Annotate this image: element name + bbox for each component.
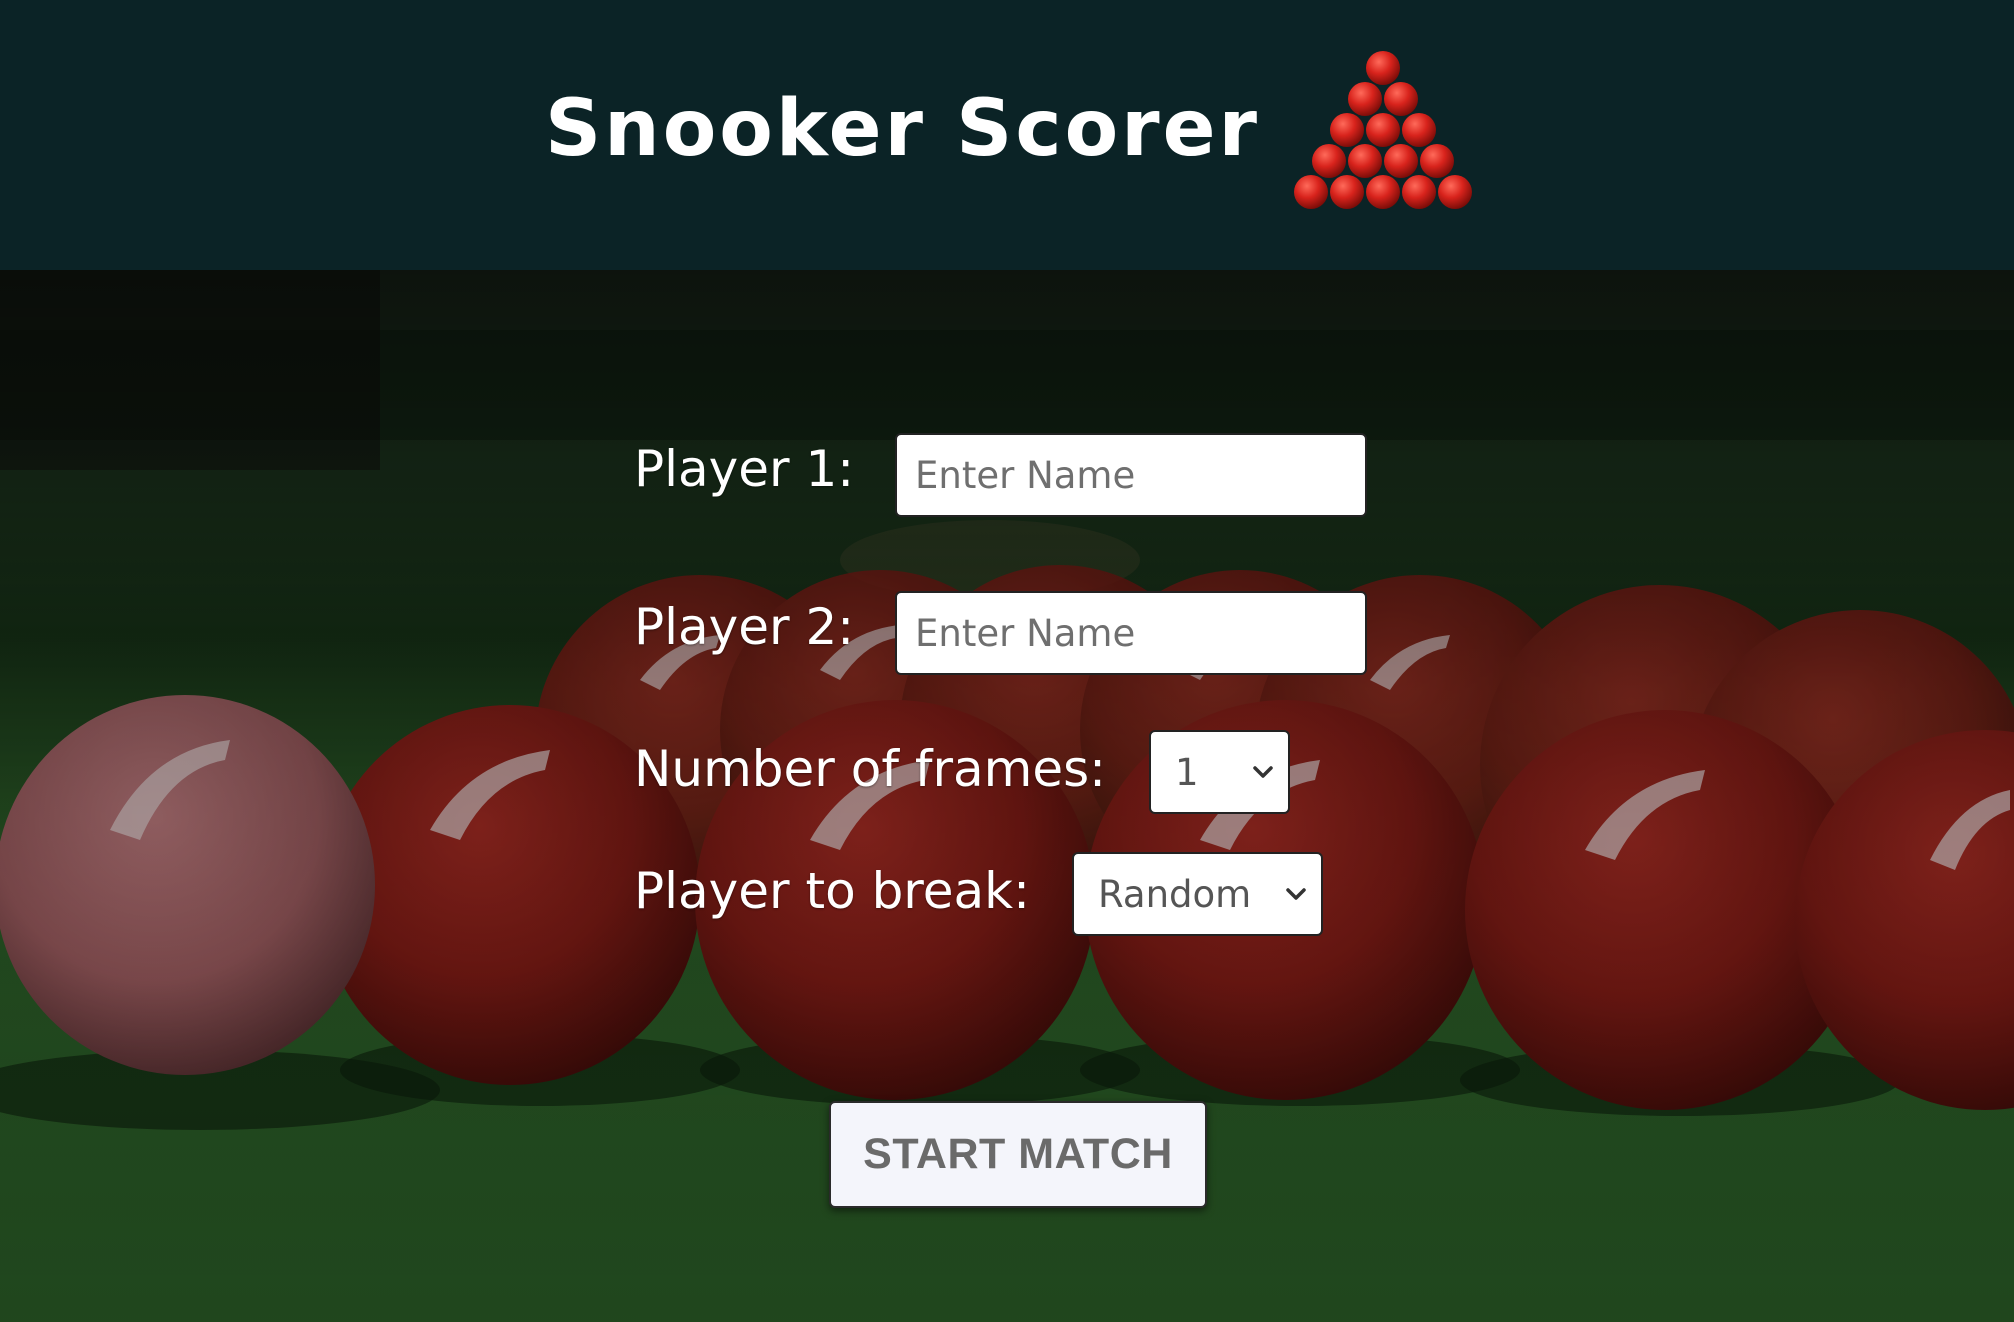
- frames-label: Number of frames:: [634, 740, 1106, 798]
- chevron-down-icon: [1286, 888, 1306, 900]
- player1-name-input[interactable]: [895, 433, 1367, 517]
- start-match-button[interactable]: START MATCH: [829, 1101, 1207, 1208]
- chevron-down-icon: [1253, 766, 1273, 778]
- player2-name-input[interactable]: [895, 591, 1367, 675]
- page: Snooker Scorer Player 1: Player 2: Numb: [0, 0, 2014, 1322]
- breaker-label: Player to break:: [634, 862, 1030, 920]
- frames-select[interactable]: 1: [1149, 730, 1290, 814]
- breaker-select-value: Random: [1098, 872, 1252, 916]
- app-header: Snooker Scorer: [0, 0, 2014, 270]
- app-title: Snooker Scorer: [545, 84, 1261, 174]
- snooker-rack-icon: [1294, 51, 1472, 209]
- frames-select-value: 1: [1175, 750, 1199, 794]
- player1-label: Player 1:: [634, 440, 855, 498]
- breaker-select[interactable]: Random: [1072, 852, 1323, 936]
- player2-label: Player 2:: [634, 598, 855, 656]
